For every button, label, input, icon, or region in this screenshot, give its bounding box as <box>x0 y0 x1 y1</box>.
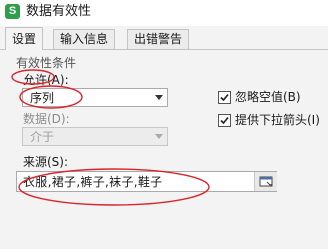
range-picker-icon <box>259 176 273 187</box>
title-bar: S 数据有效性 <box>0 0 328 26</box>
checkmark-icon <box>220 116 229 125</box>
data-select: 介于 <box>22 127 168 146</box>
tab-input-message[interactable]: 输入信息 <box>53 29 116 49</box>
dropdown-arrow-checkbox[interactable] <box>218 114 231 127</box>
allow-label: 允许(A): <box>23 73 69 87</box>
data-select-value: 介于 <box>30 130 55 144</box>
source-input[interactable]: 衣服,裙子,裤子,袜子,鞋子 <box>16 171 277 192</box>
ignore-blank-label: 忽略空值(B) <box>235 90 301 104</box>
chevron-down-icon <box>155 134 163 139</box>
checkmark-icon <box>220 93 229 102</box>
wps-spreadsheet-icon: S <box>5 4 20 19</box>
source-label: 来源(S): <box>23 155 69 169</box>
tab-strip: 设置 输入信息 出错警告 <box>0 27 328 50</box>
allow-select[interactable]: 序列 <box>22 88 168 107</box>
chevron-down-icon <box>155 95 163 100</box>
range-select-button[interactable] <box>254 172 277 191</box>
source-input-value: 衣服,裙子,裤子,袜子,鞋子 <box>23 175 163 189</box>
tab-divider <box>0 49 328 50</box>
section-title: 有效性条件 <box>16 56 77 70</box>
allow-select-value: 序列 <box>30 91 55 105</box>
tab-settings[interactable]: 设置 <box>5 27 44 50</box>
ignore-blank-checkbox[interactable] <box>218 91 231 104</box>
data-label: 数据(D): <box>23 112 70 126</box>
window-title: 数据有效性 <box>26 4 92 19</box>
tab-error-alert[interactable]: 出错警告 <box>127 29 190 49</box>
dropdown-arrow-label: 提供下拉箭头(I) <box>235 113 320 127</box>
